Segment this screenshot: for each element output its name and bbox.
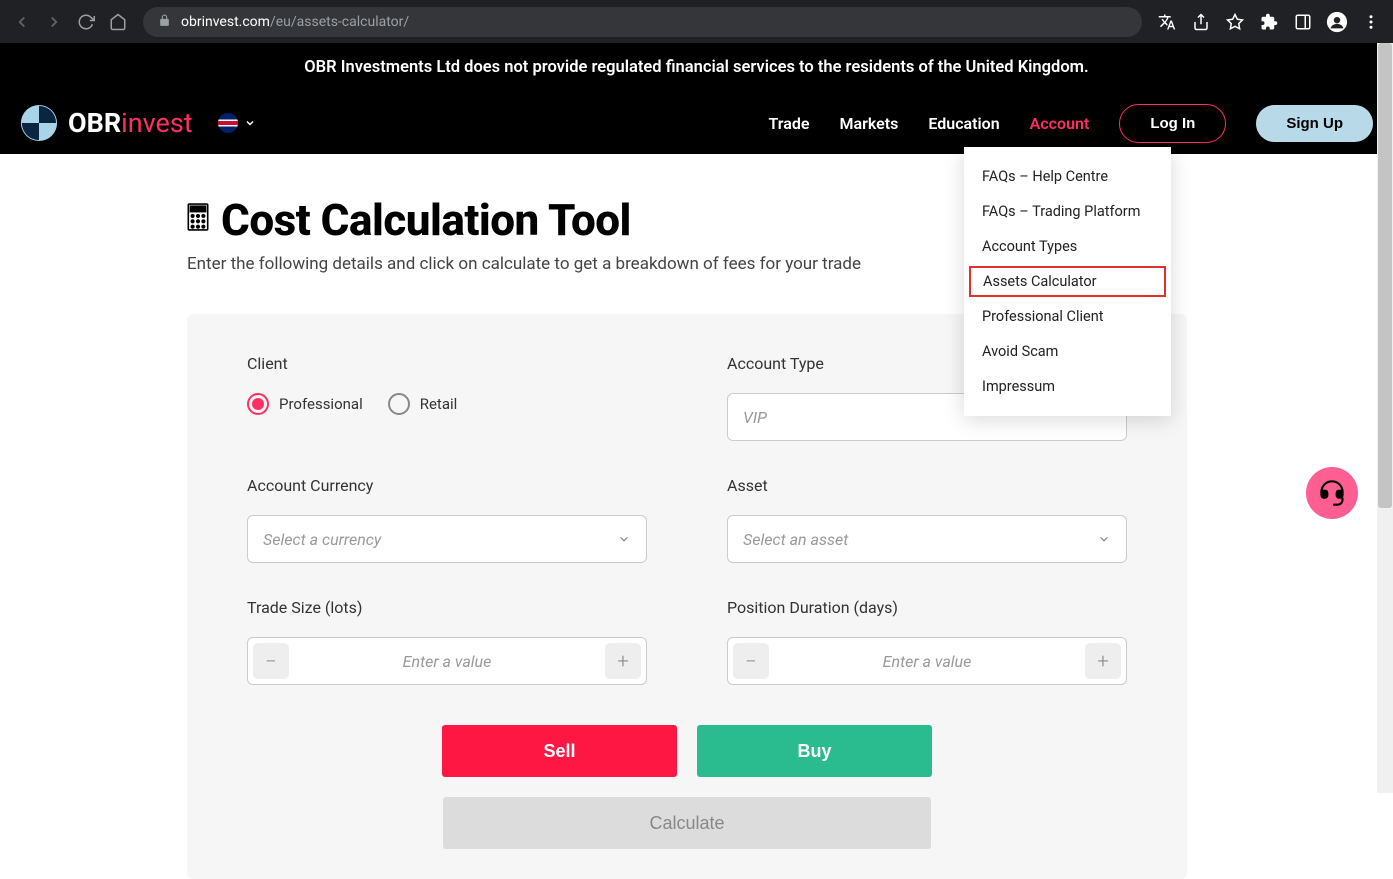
nav-education[interactable]: Education xyxy=(928,114,999,133)
calculate-button[interactable]: Calculate xyxy=(443,797,931,849)
home-button[interactable] xyxy=(106,10,130,34)
account-dropdown: FAQs – Help Centre FAQs – Trading Platfo… xyxy=(964,147,1171,416)
chevron-down-icon xyxy=(244,117,256,129)
logo-text-obr: OBR xyxy=(68,107,121,139)
forward-button[interactable] xyxy=(42,10,66,34)
sell-button[interactable]: Sell xyxy=(442,725,677,777)
increment-button[interactable]: + xyxy=(605,643,641,679)
position-duration-label: Position Duration (days) xyxy=(727,598,1127,617)
radio-professional[interactable]: Professional xyxy=(247,393,363,415)
account-type-placeholder: VIP xyxy=(743,408,767,427)
dropdown-faqs-help[interactable]: FAQs – Help Centre xyxy=(964,159,1171,194)
currency-placeholder: Select a currency xyxy=(263,530,381,549)
reload-button[interactable] xyxy=(74,10,98,34)
profile-icon[interactable] xyxy=(1325,10,1349,34)
back-button[interactable] xyxy=(10,10,34,34)
trade-size-label: Trade Size (lots) xyxy=(247,598,647,617)
logo-icon xyxy=(20,104,58,142)
asset-placeholder: Select an asset xyxy=(743,530,848,549)
headset-icon xyxy=(1318,479,1346,507)
signup-button[interactable]: Sign Up xyxy=(1256,105,1373,142)
currency-label: Account Currency xyxy=(247,476,647,495)
chevron-down-icon xyxy=(1097,532,1111,546)
dropdown-avoid-scam[interactable]: Avoid Scam xyxy=(964,334,1171,369)
support-chat-button[interactable] xyxy=(1306,467,1358,519)
warning-banner: OBR Investments Ltd does not provide reg… xyxy=(0,43,1393,92)
radio-circle-icon xyxy=(388,393,410,415)
currency-field: Account Currency Select a currency xyxy=(247,476,647,563)
radio-professional-label: Professional xyxy=(279,395,363,413)
position-duration-field: Position Duration (days) − Enter a value… xyxy=(727,598,1127,685)
page-title: Cost Calculation Tool xyxy=(221,194,631,246)
nav-account[interactable]: Account xyxy=(1030,114,1090,133)
main-nav: Trade Markets Education Account Log In S… xyxy=(769,104,1373,143)
scrollbar-thumb[interactable] xyxy=(1378,43,1392,508)
menu-icon[interactable] xyxy=(1359,10,1383,34)
decrement-button[interactable]: − xyxy=(253,643,289,679)
client-label: Client xyxy=(247,354,647,373)
radio-circle-icon xyxy=(247,393,269,415)
language-selector[interactable] xyxy=(218,113,256,133)
calculator-icon xyxy=(187,203,209,237)
uk-flag-icon xyxy=(218,113,238,133)
radio-retail-label: Retail xyxy=(420,395,458,413)
dropdown-account-types[interactable]: Account Types xyxy=(964,229,1171,264)
position-duration-input[interactable]: Enter a value xyxy=(769,652,1085,671)
dropdown-assets-calculator[interactable]: Assets Calculator xyxy=(969,266,1166,297)
share-icon[interactable] xyxy=(1189,10,1213,34)
trade-size-input[interactable]: Enter a value xyxy=(289,652,605,671)
currency-select[interactable]: Select a currency xyxy=(247,515,647,563)
login-button[interactable]: Log In xyxy=(1119,104,1226,143)
lock-icon xyxy=(158,14,171,30)
site-header: OBRinvest Trade Markets Education Accoun… xyxy=(0,92,1393,154)
nav-markets[interactable]: Markets xyxy=(840,114,899,133)
radio-retail[interactable]: Retail xyxy=(388,393,458,415)
nav-trade[interactable]: Trade xyxy=(769,114,810,133)
panel-icon[interactable] xyxy=(1291,10,1315,34)
url-text: obrinvest.com/eu/assets-calculator/ xyxy=(181,14,409,30)
browser-chrome: obrinvest.com/eu/assets-calculator/ xyxy=(0,0,1393,43)
dropdown-professional-client[interactable]: Professional Client xyxy=(964,299,1171,334)
asset-field: Asset Select an asset xyxy=(727,476,1127,563)
trade-size-input-group: − Enter a value + xyxy=(247,637,647,685)
page-subtitle: Enter the following details and click on… xyxy=(187,254,1393,274)
logo-text-invest: invest xyxy=(121,107,192,139)
trade-size-field: Trade Size (lots) − Enter a value + xyxy=(247,598,647,685)
logo[interactable]: OBRinvest xyxy=(20,104,193,142)
translate-icon[interactable] xyxy=(1155,10,1179,34)
buy-button[interactable]: Buy xyxy=(697,725,932,777)
client-field: Client Professional Retail xyxy=(247,354,647,441)
dropdown-faqs-trading[interactable]: FAQs – Trading Platform xyxy=(964,194,1171,229)
main-content: Cost Calculation Tool Enter the followin… xyxy=(0,154,1393,879)
url-bar[interactable]: obrinvest.com/eu/assets-calculator/ xyxy=(143,7,1142,37)
chevron-down-icon xyxy=(617,532,631,546)
asset-select[interactable]: Select an asset xyxy=(727,515,1127,563)
star-icon[interactable] xyxy=(1223,10,1247,34)
position-duration-input-group: − Enter a value + xyxy=(727,637,1127,685)
asset-label: Asset xyxy=(727,476,1127,495)
increment-button[interactable]: + xyxy=(1085,643,1121,679)
extensions-icon[interactable] xyxy=(1257,10,1281,34)
decrement-button[interactable]: − xyxy=(733,643,769,679)
dropdown-impressum[interactable]: Impressum xyxy=(964,369,1171,404)
